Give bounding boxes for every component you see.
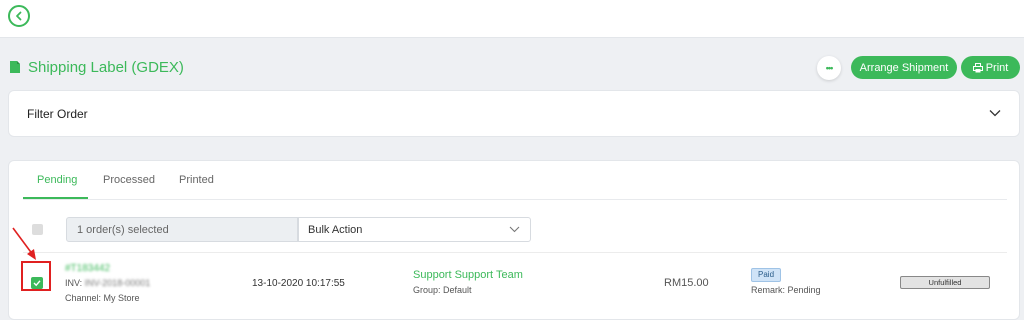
divider bbox=[23, 252, 1007, 253]
group-label: Group: bbox=[413, 285, 444, 295]
tab-pending[interactable]: Pending bbox=[37, 174, 77, 186]
group-value: Default bbox=[443, 285, 472, 295]
page-title: Shipping Label (GDEX) bbox=[28, 58, 184, 76]
active-tab-indicator bbox=[23, 197, 88, 199]
tab-processed[interactable]: Processed bbox=[103, 174, 155, 186]
order-datetime: 13-10-2020 10:17:55 bbox=[252, 278, 345, 289]
filter-order-panel[interactable]: Filter Order bbox=[8, 90, 1020, 137]
invoice-number: INV-2018-00001 bbox=[84, 278, 151, 288]
order-tabs: Pending Processed Printed bbox=[23, 161, 1007, 200]
bulk-action-select[interactable]: Bulk Action bbox=[298, 217, 531, 242]
selected-count-field: 1 order(s) selected bbox=[66, 217, 298, 242]
remark-value: Pending bbox=[787, 285, 821, 295]
tab-printed[interactable]: Printed bbox=[179, 174, 214, 186]
annotation-arrow-icon bbox=[12, 227, 36, 260]
channel-line: Channel: My Store bbox=[65, 293, 140, 303]
print-button[interactable]: Print bbox=[961, 56, 1020, 79]
checkmark-icon bbox=[33, 280, 41, 287]
more-options-button[interactable]: ••• bbox=[817, 56, 841, 80]
chevron-down-icon[interactable] bbox=[989, 109, 1001, 117]
order-amount: RM15.00 bbox=[664, 277, 709, 289]
top-bar bbox=[0, 0, 1024, 38]
back-button[interactable] bbox=[8, 5, 30, 27]
selected-count-text: 1 order(s) selected bbox=[77, 224, 169, 236]
printer-icon bbox=[972, 62, 983, 72]
remark-label: Remark: bbox=[751, 285, 788, 295]
more-options-label: ••• bbox=[825, 63, 834, 73]
bulk-action-label: Bulk Action bbox=[308, 224, 363, 236]
chevron-left-icon bbox=[16, 11, 22, 21]
chevron-down-icon bbox=[509, 226, 520, 233]
channel-value: My Store bbox=[103, 293, 140, 303]
channel-label: Channel: bbox=[65, 293, 104, 303]
print-label: Print bbox=[985, 61, 1009, 74]
fulfillment-status-badge: Unfulfilled bbox=[900, 276, 990, 289]
customer-name-link[interactable]: Support Support Team bbox=[413, 269, 523, 281]
filter-order-label: Filter Order bbox=[27, 107, 88, 121]
row-checkbox[interactable] bbox=[31, 277, 43, 289]
orders-panel: Pending Processed Printed 1 order(s) sel… bbox=[8, 160, 1020, 320]
order-id-link[interactable]: #T183442 bbox=[65, 263, 110, 274]
invoice-line: INV: INV-2018-00001 bbox=[65, 278, 150, 288]
arrange-shipment-button[interactable]: Arrange Shipment bbox=[851, 56, 957, 79]
page-header: Shipping Label (GDEX) bbox=[8, 56, 184, 78]
remark-line: Remark: Pending bbox=[751, 285, 821, 295]
invoice-label: INV: bbox=[65, 278, 85, 288]
payment-status-badge: Paid bbox=[751, 268, 782, 282]
document-icon bbox=[10, 61, 20, 73]
arrange-shipment-label: Arrange Shipment bbox=[859, 61, 949, 74]
group-line: Group: Default bbox=[413, 285, 472, 295]
